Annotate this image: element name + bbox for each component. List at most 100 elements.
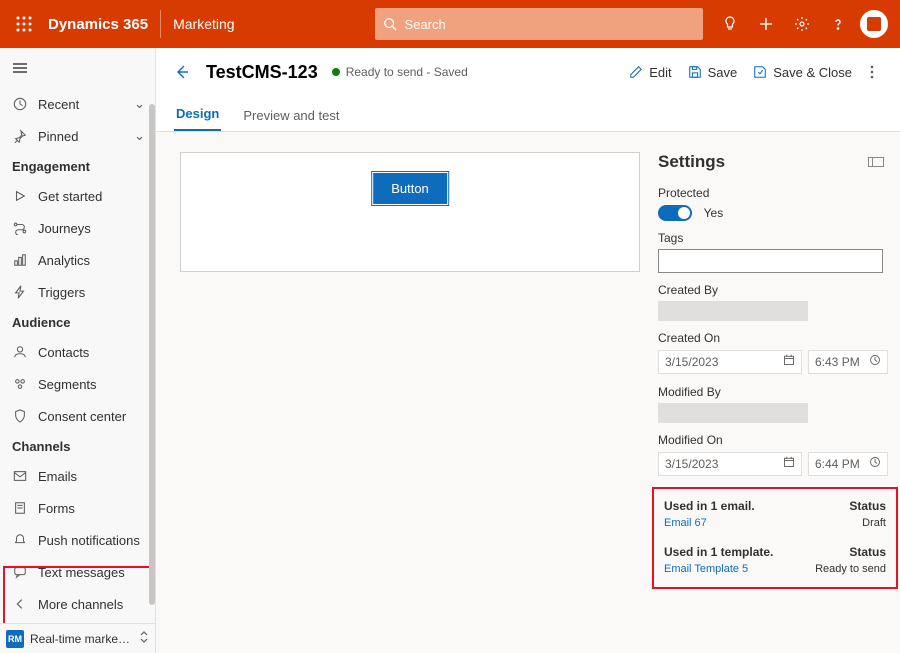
chart-icon bbox=[12, 252, 28, 268]
calendar-icon bbox=[783, 354, 795, 369]
modified-on-date[interactable]: 3/15/2023 bbox=[658, 452, 802, 476]
help-icon[interactable] bbox=[820, 0, 856, 48]
record-status: Ready to send - Saved bbox=[346, 65, 468, 79]
canvas-button[interactable]: Button bbox=[373, 173, 447, 204]
settings-panel: Settings Protected Yes Tags Created By bbox=[658, 152, 888, 653]
lightbulb-icon[interactable] bbox=[712, 0, 748, 48]
usage-summary: Used in 1 email. Status Email 67 Draft U… bbox=[652, 487, 898, 589]
modified-by-label: Modified By bbox=[658, 385, 888, 399]
nav-push[interactable]: Push notifications bbox=[0, 524, 155, 556]
save-close-icon bbox=[753, 65, 767, 79]
nav-segments[interactable]: Segments bbox=[0, 368, 155, 400]
brand-label: Dynamics 365 bbox=[48, 16, 148, 33]
created-by-label: Created By bbox=[658, 283, 888, 297]
status-indicator-dot bbox=[332, 68, 340, 76]
nav-forms[interactable]: Forms bbox=[0, 492, 155, 524]
nav-recent[interactable]: Recent ⌄ bbox=[0, 88, 155, 120]
nav-text[interactable]: Text messages bbox=[0, 556, 155, 588]
gear-icon[interactable] bbox=[784, 0, 820, 48]
nav-analytics[interactable]: Analytics bbox=[0, 244, 155, 276]
created-on-date[interactable]: 3/15/2023 bbox=[658, 350, 802, 374]
journey-icon bbox=[12, 220, 28, 236]
protected-label: Protected bbox=[658, 186, 888, 200]
usage-template-link[interactable]: Email Template 5 bbox=[664, 563, 748, 575]
chevron-down-icon: ⌄ bbox=[134, 128, 145, 144]
plus-icon[interactable] bbox=[748, 0, 784, 48]
area-switcher[interactable]: RM Real-time marketi... bbox=[0, 623, 155, 653]
global-search[interactable] bbox=[375, 8, 703, 40]
bolt-icon bbox=[12, 284, 28, 300]
section-channels: Channels bbox=[0, 432, 155, 460]
person-icon bbox=[12, 344, 28, 360]
tab-bar: Design Preview and test bbox=[156, 96, 900, 132]
tags-label: Tags bbox=[658, 231, 888, 245]
nav-consent[interactable]: Consent center bbox=[0, 400, 155, 432]
usage-email-link[interactable]: Email 67 bbox=[664, 517, 707, 529]
nav-get-started[interactable]: Get started bbox=[0, 180, 155, 212]
bell-icon bbox=[12, 532, 28, 548]
overflow-menu[interactable] bbox=[860, 64, 884, 80]
edit-button[interactable]: Edit bbox=[621, 61, 679, 84]
modified-on-time[interactable]: 6:44 PM bbox=[808, 452, 888, 476]
protected-toggle[interactable] bbox=[658, 205, 692, 221]
calendar-icon bbox=[783, 456, 795, 471]
sms-icon bbox=[12, 564, 28, 580]
clock-icon bbox=[869, 354, 881, 369]
nav-pinned-label: Pinned bbox=[38, 129, 124, 144]
settings-title: Settings bbox=[658, 152, 725, 172]
mail-icon bbox=[12, 468, 28, 484]
back-button[interactable] bbox=[168, 58, 196, 86]
nav-contacts[interactable]: Contacts bbox=[0, 336, 155, 368]
shield-icon bbox=[12, 408, 28, 424]
pencil-icon bbox=[629, 65, 643, 79]
usage-template-status-label: Status bbox=[849, 545, 886, 559]
modified-on-label: Modified On bbox=[658, 433, 888, 447]
clock-icon bbox=[12, 96, 28, 112]
top-divider bbox=[160, 10, 161, 38]
nav-journeys[interactable]: Journeys bbox=[0, 212, 155, 244]
updown-icon bbox=[139, 630, 149, 647]
left-navigation: Recent ⌄ Pinned ⌄ Engagement Get started… bbox=[0, 48, 156, 653]
app-name-label: Marketing bbox=[173, 16, 234, 32]
nav-emails[interactable]: Emails bbox=[0, 460, 155, 492]
nav-pinned[interactable]: Pinned ⌄ bbox=[0, 120, 155, 152]
save-button[interactable]: Save bbox=[680, 61, 746, 84]
design-canvas[interactable]: Button bbox=[180, 152, 640, 272]
modified-by-value bbox=[658, 403, 808, 423]
pin-icon bbox=[12, 128, 28, 144]
hamburger-icon[interactable] bbox=[0, 48, 155, 88]
play-icon bbox=[12, 188, 28, 204]
chevron-down-icon: ⌄ bbox=[134, 96, 145, 112]
record-title: TestCMS-123 bbox=[206, 62, 318, 83]
search-input[interactable] bbox=[405, 17, 665, 32]
save-close-button[interactable]: Save & Close bbox=[745, 61, 860, 84]
clock-icon bbox=[869, 456, 881, 471]
nav-more-channels[interactable]: More channels bbox=[0, 588, 155, 620]
nav-triggers[interactable]: Triggers bbox=[0, 276, 155, 308]
main-content: TestCMS-123 Ready to send - Saved Edit S… bbox=[156, 48, 900, 653]
save-icon bbox=[688, 65, 702, 79]
tags-input[interactable] bbox=[658, 249, 883, 273]
section-audience: Audience bbox=[0, 308, 155, 336]
created-by-value bbox=[658, 301, 808, 321]
chevron-left-icon bbox=[12, 596, 28, 612]
tab-design[interactable]: Design bbox=[174, 98, 221, 131]
form-icon bbox=[12, 500, 28, 516]
usage-email-status: Draft bbox=[862, 517, 886, 529]
created-on-label: Created On bbox=[658, 331, 888, 345]
selected-button-element[interactable]: Button bbox=[371, 171, 449, 206]
segments-icon bbox=[12, 376, 28, 392]
area-label: Real-time marketi... bbox=[30, 632, 133, 646]
protected-value: Yes bbox=[704, 206, 724, 220]
created-on-time[interactable]: 6:43 PM bbox=[808, 350, 888, 374]
sidebar-scrollbar[interactable] bbox=[149, 104, 155, 605]
panel-collapse-icon[interactable] bbox=[868, 157, 884, 167]
usage-email-status-label: Status bbox=[849, 499, 886, 513]
usage-email-heading: Used in 1 email. bbox=[664, 499, 755, 513]
app-launcher-icon[interactable] bbox=[8, 8, 40, 40]
section-engagement: Engagement bbox=[0, 152, 155, 180]
profile-avatar[interactable] bbox=[856, 0, 892, 48]
usage-template-heading: Used in 1 template. bbox=[664, 545, 773, 559]
nav-recent-label: Recent bbox=[38, 97, 124, 112]
tab-preview[interactable]: Preview and test bbox=[241, 100, 341, 131]
